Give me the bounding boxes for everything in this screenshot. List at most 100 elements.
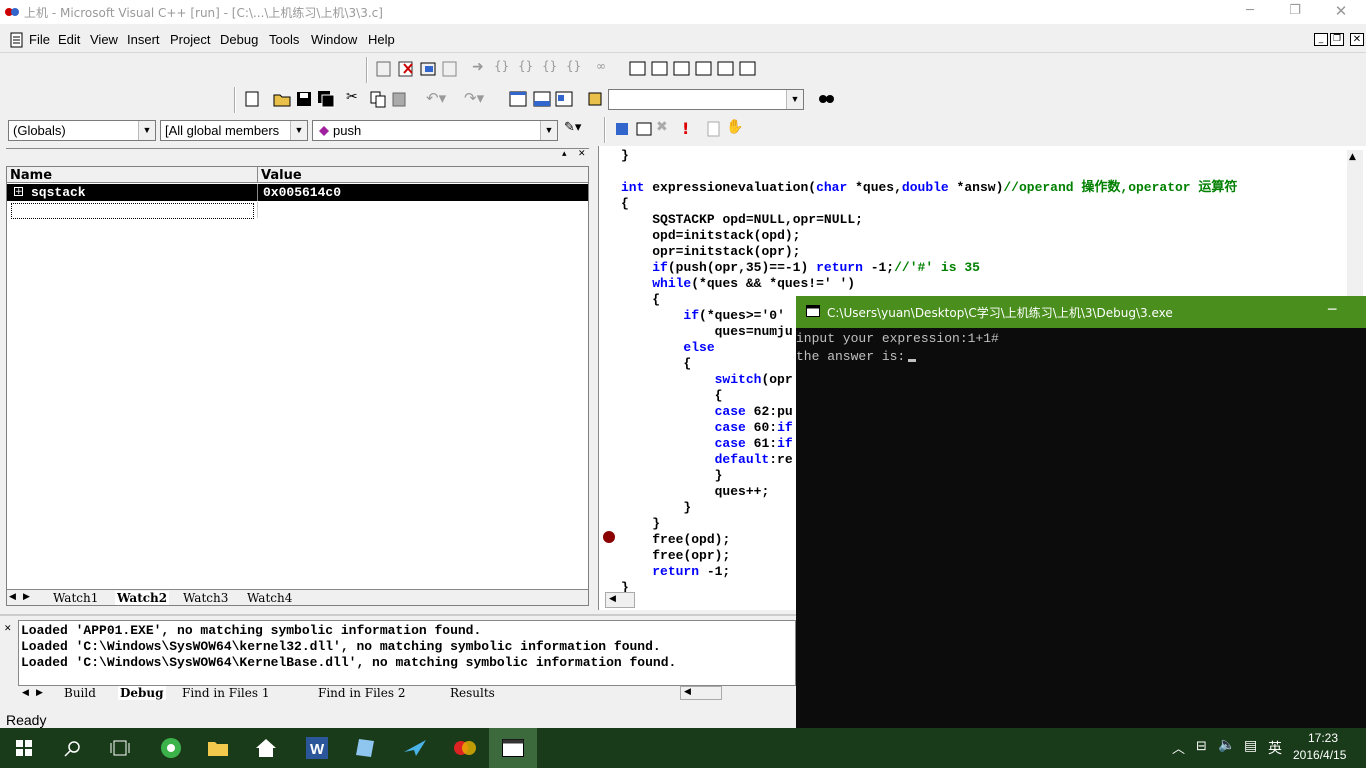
chevron-down-icon[interactable]: ▼ xyxy=(540,121,557,140)
save-icon[interactable] xyxy=(294,89,316,111)
expand-icon[interactable]: + xyxy=(14,187,23,197)
find-combo[interactable]: ▼ xyxy=(608,89,804,110)
cut-icon[interactable]: ✂ xyxy=(346,89,368,111)
window-list-icon[interactable] xyxy=(554,89,576,111)
tab-watch4[interactable]: Watch4 xyxy=(247,591,292,605)
go-icon[interactable] xyxy=(704,119,726,141)
menu-file[interactable]: File xyxy=(29,32,50,47)
mdi-minimize-button[interactable]: _ xyxy=(1314,33,1328,46)
apply-code-changes-icon[interactable] xyxy=(440,59,462,81)
registers-window-icon[interactable] xyxy=(672,59,694,81)
workspace-icon[interactable] xyxy=(508,89,530,111)
menu-view[interactable]: View xyxy=(90,32,118,47)
taskbar-visual-cpp[interactable] xyxy=(440,728,488,768)
menu-insert[interactable]: Insert xyxy=(127,32,160,47)
scroll-left-icon[interactable]: ◀ xyxy=(609,594,616,604)
menu-project[interactable]: Project xyxy=(170,32,210,47)
find-in-files-icon[interactable] xyxy=(586,89,608,111)
network-icon[interactable]: ⊟ xyxy=(1196,739,1207,754)
console-minimize-button[interactable]: ─ xyxy=(1328,302,1336,318)
execute-icon[interactable]: ! xyxy=(682,119,704,141)
step-into-icon[interactable]: {} xyxy=(494,59,516,81)
compile-icon[interactable] xyxy=(612,119,634,141)
horizontal-scrollbar[interactable]: ◀ xyxy=(605,592,635,608)
tab-find-in-files-2[interactable]: Find in Files 2 xyxy=(318,686,405,700)
console-title-bar[interactable]: C:\Users\yuan\Desktop\C学习\上机练习\上机\3\Debu… xyxy=(796,296,1366,328)
restore-button[interactable]: ❐ xyxy=(1272,0,1318,24)
paste-icon[interactable] xyxy=(390,89,412,111)
close-pane-icon[interactable]: ✕ xyxy=(4,624,14,636)
variables-window-icon[interactable] xyxy=(650,59,672,81)
output-hscroll[interactable]: ◀ xyxy=(680,686,722,700)
ime-indicator[interactable]: 英 xyxy=(1268,738,1282,758)
taskbar-home[interactable] xyxy=(242,728,290,768)
search-button[interactable] xyxy=(48,728,96,768)
mdi-close-button[interactable]: ✕ xyxy=(1350,33,1364,46)
tab-build[interactable]: Build xyxy=(64,686,96,700)
function-combo[interactable]: push ▼ xyxy=(312,120,558,141)
taskbar-notepad[interactable] xyxy=(340,728,388,768)
tab-find-in-files-1[interactable]: Find in Files 1 xyxy=(182,686,269,700)
chevron-down-icon[interactable]: ▼ xyxy=(290,121,307,140)
column-header-name[interactable]: Name xyxy=(10,168,52,183)
taskbar-browser[interactable] xyxy=(146,728,194,768)
break-execution-icon[interactable] xyxy=(418,59,440,81)
maximize-pane-icon[interactable]: ▴ xyxy=(562,149,567,159)
taskbar-word[interactable]: W xyxy=(292,728,340,768)
watch-row[interactable]: + sqstack 0x005614c0 xyxy=(7,184,588,201)
tab-scroll-right-icon[interactable]: ▶ xyxy=(36,687,43,698)
breakpoint-icon[interactable] xyxy=(603,531,615,543)
tab-watch2[interactable]: Watch2 xyxy=(115,591,170,605)
show-hidden-icons-icon[interactable]: ︿ xyxy=(1172,738,1185,757)
tab-scroll-left-icon[interactable]: ◀ xyxy=(22,687,29,698)
chevron-down-icon[interactable]: ▼ xyxy=(138,121,155,140)
new-file-icon[interactable] xyxy=(242,89,264,111)
watch-new-entry[interactable] xyxy=(11,203,254,219)
task-view-button[interactable] xyxy=(96,728,144,768)
copy-icon[interactable] xyxy=(368,89,390,111)
volume-icon[interactable]: 🔈 xyxy=(1218,737,1235,753)
scroll-up-icon[interactable]: ▲ xyxy=(1349,152,1356,162)
insert-breakpoint-icon[interactable]: ✋ xyxy=(726,119,748,141)
mdi-restore-button[interactable]: ❐ xyxy=(1330,33,1344,46)
tab-scroll-left-icon[interactable]: ◀ xyxy=(9,591,16,602)
wizard-actions-icon[interactable]: ✎▾ xyxy=(564,120,586,142)
notifications-icon[interactable]: ▤ xyxy=(1244,738,1257,754)
call-stack-window-icon[interactable] xyxy=(716,59,738,81)
step-over-icon[interactable]: {} xyxy=(518,59,540,81)
tab-debug[interactable]: Debug xyxy=(118,686,166,700)
menu-tools[interactable]: Tools xyxy=(269,32,299,47)
run-to-cursor-icon[interactable]: {} xyxy=(566,59,588,81)
disassembly-window-icon[interactable] xyxy=(738,59,760,81)
taskbar-console[interactable] xyxy=(489,728,537,768)
undo-icon[interactable]: ↶▾ xyxy=(426,89,448,111)
stop-debugging-icon[interactable] xyxy=(396,59,418,81)
find-icon[interactable] xyxy=(816,89,838,111)
output-window[interactable]: Loaded 'APP01.EXE', no matching symbolic… xyxy=(18,620,796,686)
show-next-statement-icon[interactable]: ➜ xyxy=(472,59,494,81)
save-all-icon[interactable] xyxy=(316,89,338,111)
taskbar-file-explorer[interactable] xyxy=(194,728,242,768)
tab-scroll-right-icon[interactable]: ▶ xyxy=(23,591,30,602)
start-button[interactable] xyxy=(0,728,48,768)
menu-window[interactable]: Window xyxy=(311,32,357,47)
build-icon[interactable] xyxy=(634,119,656,141)
console-window[interactable]: C:\Users\yuan\Desktop\C学习\上机练习\上机\3\Debu… xyxy=(796,296,1366,728)
clock-time[interactable]: 17:23 xyxy=(1308,731,1338,745)
quickwatch-icon[interactable]: ∞ xyxy=(596,59,618,81)
output-window-icon[interactable] xyxy=(532,89,554,111)
minimize-button[interactable]: ─ xyxy=(1227,0,1273,24)
menu-help[interactable]: Help xyxy=(368,32,395,47)
tab-watch1[interactable]: Watch1 xyxy=(53,591,98,605)
close-button[interactable]: ✕ xyxy=(1318,0,1364,24)
memory-window-icon[interactable] xyxy=(694,59,716,81)
tab-results[interactable]: Results xyxy=(450,686,495,700)
close-pane-icon[interactable]: ✕ xyxy=(578,149,586,159)
chevron-down-icon[interactable]: ▼ xyxy=(786,90,803,109)
scope-combo[interactable]: (Globals) ▼ xyxy=(8,120,156,141)
stop-build-icon[interactable]: ✖ xyxy=(656,119,678,141)
tab-watch3[interactable]: Watch3 xyxy=(183,591,228,605)
watch-window-icon[interactable] xyxy=(628,59,650,81)
menu-edit[interactable]: Edit xyxy=(58,32,80,47)
step-out-icon[interactable]: {} xyxy=(542,59,564,81)
